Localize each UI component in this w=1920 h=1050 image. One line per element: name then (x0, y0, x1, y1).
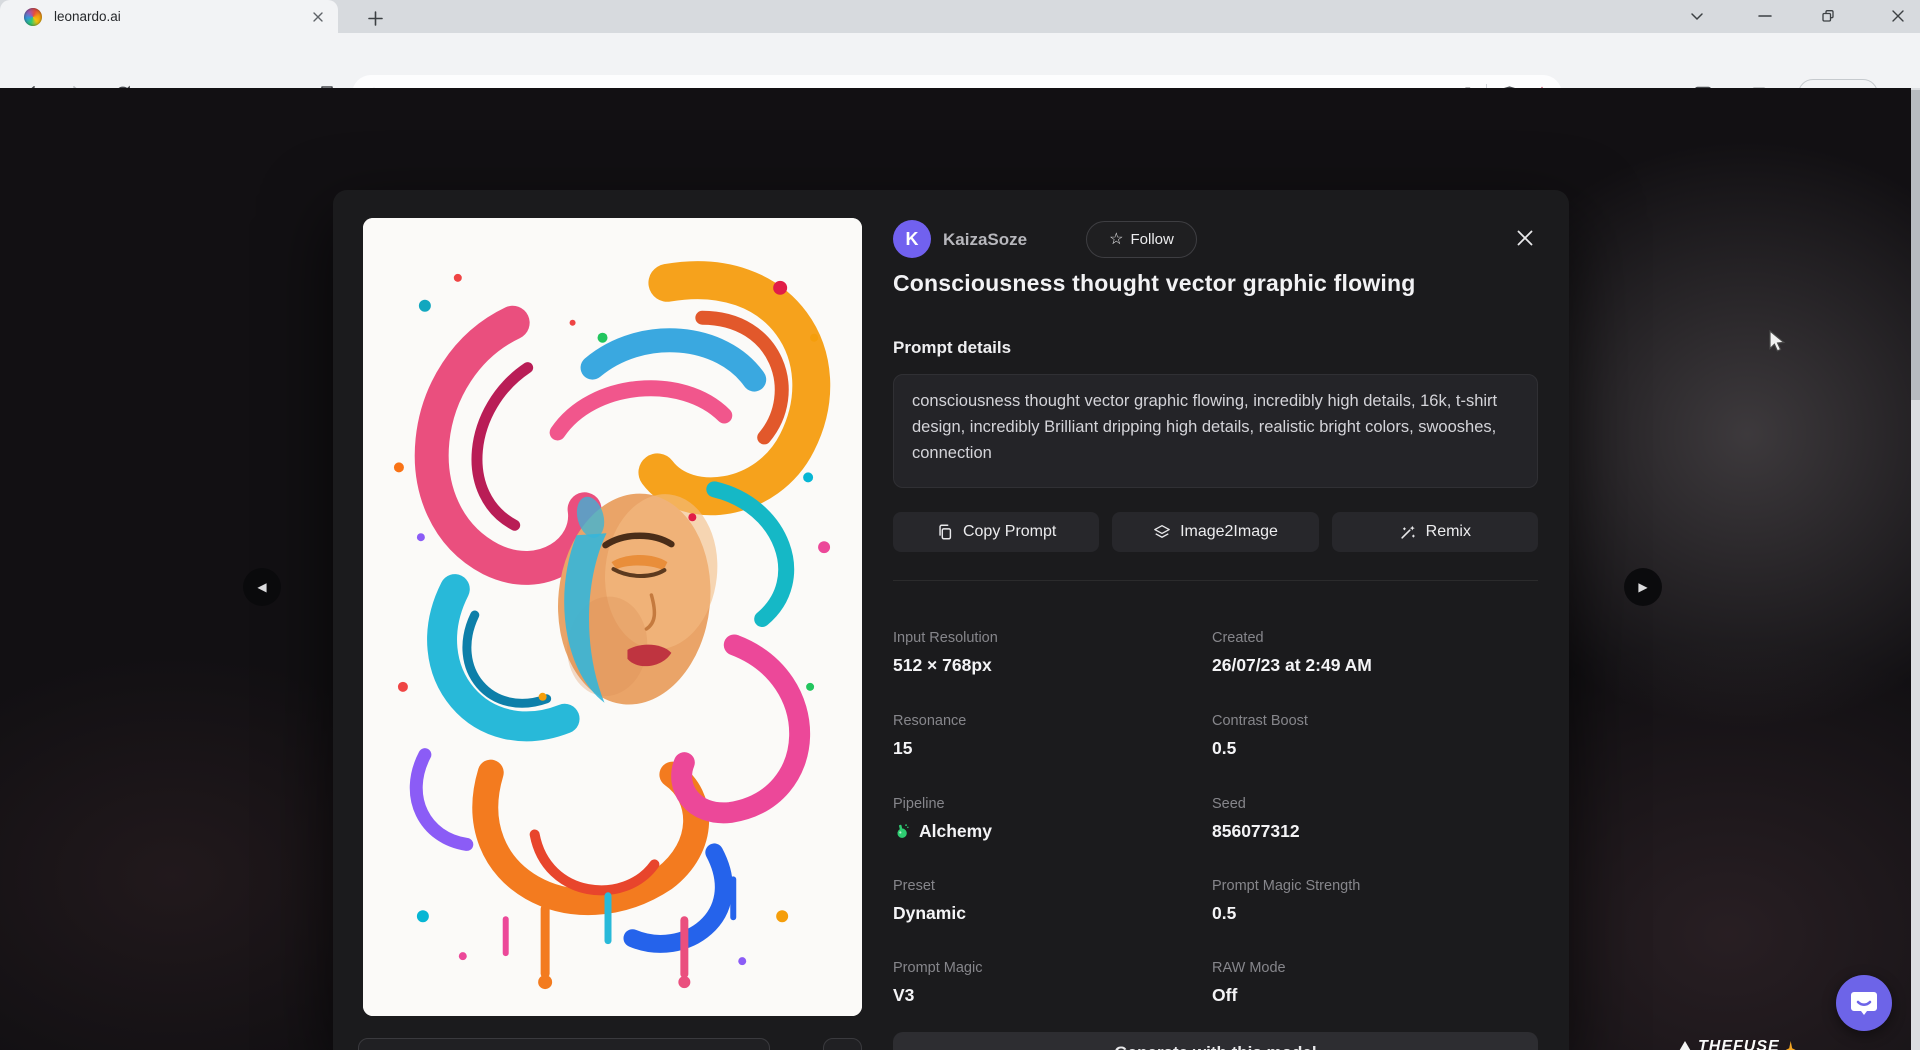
prompt-text: consciousness thought vector graphic flo… (893, 374, 1538, 488)
detail-resonance: Resonance 15 (893, 712, 1193, 760)
browser-tab-strip: leonardo.ai (0, 0, 1920, 33)
follow-label: Follow (1130, 231, 1173, 248)
tab-title: leonardo.ai (54, 9, 308, 24)
next-arrow-icon: ▶ (1638, 580, 1647, 594)
next-image-button[interactable]: ▶ (1624, 568, 1662, 606)
image-title: Consciousness thought vector graphic flo… (893, 270, 1543, 297)
close-modal-icon[interactable] (1511, 224, 1539, 252)
prompt-actions: Copy Prompt Image2Image Remix (893, 512, 1538, 552)
window-minimize-icon[interactable] (1750, 2, 1780, 30)
browser-tab[interactable]: leonardo.ai (0, 0, 338, 33)
detail-row: Preset Dynamic Prompt Magic Strength 0.5 (893, 877, 1538, 931)
image2image-label: Image2Image (1180, 523, 1278, 541)
detail-input-resolution: Input Resolution 512 × 768px (893, 629, 1193, 677)
generate-with-model-button[interactable]: Generate with this model (893, 1032, 1538, 1050)
page-scrollbar-thumb[interactable] (1911, 90, 1920, 400)
window-chevron-icon[interactable] (1682, 2, 1712, 30)
browser-toolbar: app.leonardo.ai (0, 33, 1920, 88)
star-icon: ☆ (1109, 232, 1123, 248)
bottom-action-button[interactable] (823, 1038, 862, 1050)
remix-button[interactable]: Remix (1332, 512, 1538, 552)
detail-seed: Seed 856077312 (1212, 795, 1512, 843)
screen: leonardo.ai (0, 0, 1920, 1050)
detail-preset: Preset Dynamic (893, 877, 1193, 925)
chat-icon (1849, 988, 1879, 1018)
image2image-button[interactable]: Image2Image (1112, 512, 1318, 552)
detail-row: Prompt Magic V3 RAW Mode Off (893, 959, 1538, 1013)
copy-prompt-button[interactable]: Copy Prompt (893, 512, 1099, 552)
detail-contrast-boost: Contrast Boost 0.5 (1212, 712, 1512, 760)
detail-prompt-magic-strength: Prompt Magic Strength 0.5 (1212, 877, 1512, 925)
watermark-text: THEFUSE (1698, 1038, 1780, 1050)
detail-row: Resonance 15 Contrast Boost 0.5 (893, 712, 1538, 766)
prev-arrow-icon: ◀ (257, 580, 266, 594)
divider (893, 580, 1538, 581)
bottom-action-bar[interactable] (358, 1038, 770, 1050)
wand-icon (1399, 523, 1417, 541)
leonardo-favicon-icon (24, 8, 42, 26)
tab-close-icon[interactable] (308, 7, 328, 27)
detail-row: Input Resolution 512 × 768px Created 26/… (893, 629, 1538, 683)
window-restore-icon[interactable] (1813, 2, 1843, 30)
prompt-details-heading: Prompt details (893, 338, 1011, 358)
new-tab-button[interactable] (362, 5, 388, 31)
previous-image-button[interactable]: ◀ (243, 568, 281, 606)
generated-image[interactable] (363, 218, 862, 1016)
user-name[interactable]: KaizaSoze (943, 230, 1027, 250)
image-detail-modal: K KaizaSoze ☆ Follow Consciousness thoug… (333, 190, 1569, 1050)
watermark-flame-icon (1786, 1041, 1796, 1050)
watermark: THEFUSE (1678, 1038, 1796, 1050)
follow-button[interactable]: ☆ Follow (1086, 221, 1197, 258)
detail-created: Created 26/07/23 at 2:49 AM (1212, 629, 1512, 677)
watermark-triangle-icon (1678, 1041, 1692, 1050)
detail-row: Pipeline Alchemy Seed 856077312 (893, 795, 1538, 849)
copy-prompt-label: Copy Prompt (963, 523, 1056, 541)
detail-raw-mode: RAW Mode Off (1212, 959, 1512, 1007)
flask-icon (893, 822, 911, 840)
copy-icon (936, 523, 954, 541)
window-close-icon[interactable] (1883, 2, 1913, 30)
support-chat-button[interactable] (1836, 975, 1892, 1031)
detail-pipeline: Pipeline Alchemy (893, 795, 1193, 843)
user-avatar[interactable]: K (893, 220, 931, 258)
detail-prompt-magic: Prompt Magic V3 (893, 959, 1193, 1007)
layers-icon (1153, 523, 1171, 541)
remix-label: Remix (1426, 523, 1471, 541)
